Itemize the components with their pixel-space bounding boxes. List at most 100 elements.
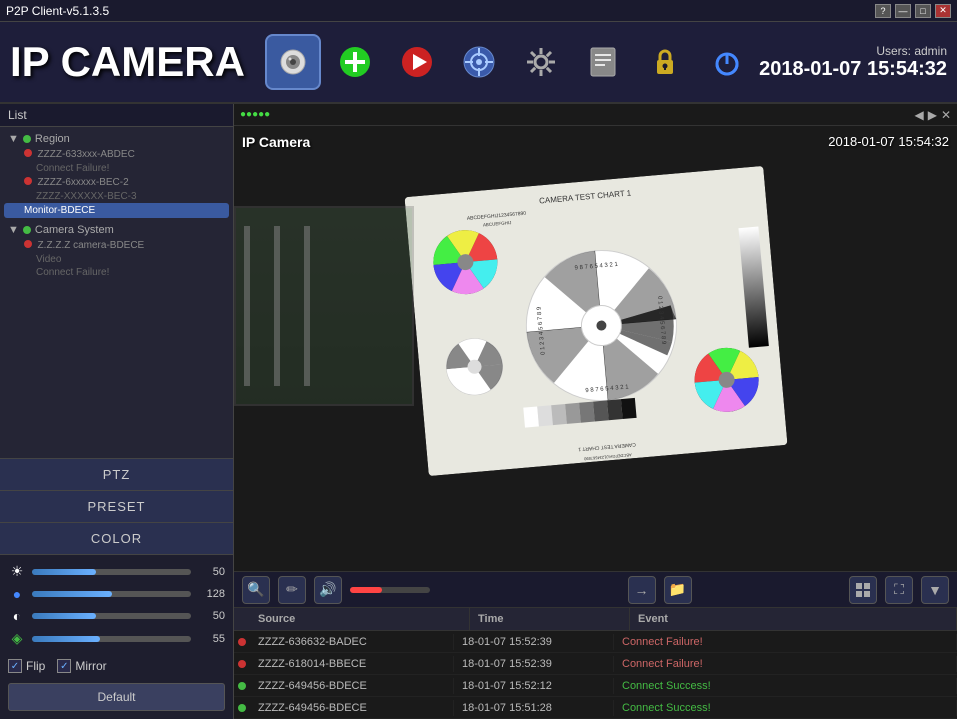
camera-label-overlay: IP Camera bbox=[242, 134, 310, 150]
maximize-btn[interactable]: □ bbox=[915, 4, 931, 18]
datetime-display: 2018-01-07 15:54:32 bbox=[759, 58, 947, 81]
device-tree: ▼ Region ZZZZ-633xxx-ABDEC Connect Failu… bbox=[0, 127, 233, 458]
zoom-button[interactable]: 🔍 bbox=[242, 576, 270, 604]
brightness-slider[interactable] bbox=[32, 569, 191, 575]
tree-item-selected[interactable]: Monitor-BDECE bbox=[4, 203, 229, 218]
item-status-dot bbox=[24, 177, 32, 185]
item-status-dot bbox=[24, 149, 32, 157]
brightness-icon: ☀ bbox=[8, 563, 26, 580]
hue-slider-row: ◈ 55 bbox=[8, 630, 225, 647]
event-description: Connect Success! bbox=[614, 678, 957, 694]
next-icon[interactable]: ▶ bbox=[928, 108, 937, 122]
draw-button[interactable]: ✏ bbox=[278, 576, 306, 604]
arrow-right-button[interactable]: → bbox=[628, 576, 656, 604]
video-top-icons: ◀ ▶ ✕ bbox=[914, 108, 951, 122]
volume-slider[interactable] bbox=[350, 587, 430, 593]
group2-label: Camera System bbox=[35, 224, 114, 236]
event-time: 18-01-07 15:52:39 bbox=[454, 634, 614, 650]
grid-button[interactable] bbox=[849, 576, 877, 604]
event-description: Connect Failure! bbox=[614, 634, 957, 650]
toolbar-play-btn[interactable] bbox=[389, 34, 445, 90]
users-label: Users: admin bbox=[759, 44, 947, 58]
saturation-value: 50 bbox=[197, 610, 225, 622]
toolbar-add-btn[interactable] bbox=[327, 34, 383, 90]
mirror-checkbox[interactable] bbox=[57, 659, 71, 673]
video-topbar: ●●●●● ◀ ▶ ✕ bbox=[234, 104, 957, 126]
event-indicator bbox=[234, 704, 250, 712]
flip-label: Flip bbox=[26, 659, 45, 673]
tree-item[interactable]: ZZZZ-633xxx-ABDEC bbox=[4, 147, 229, 162]
toolbar-files-btn[interactable] bbox=[575, 34, 631, 90]
video-frame: CAMERA TEST CHART 1 ABCDEFGHIJ1234567890… bbox=[234, 126, 957, 571]
event-indicator bbox=[234, 660, 250, 668]
toolbar-power-btn[interactable] bbox=[699, 34, 755, 90]
prev-icon[interactable]: ◀ bbox=[914, 108, 923, 122]
event-source: ZZZZ-649456-BDECE bbox=[250, 678, 454, 694]
event-source: ZZZZ-649456-BDECE bbox=[250, 700, 454, 716]
hue-fill bbox=[32, 636, 100, 642]
color-button[interactable]: COLOR bbox=[0, 523, 233, 555]
hue-icon: ◈ bbox=[8, 630, 26, 647]
expand-button[interactable]: ⛶ bbox=[885, 576, 913, 604]
event-description: Connect Failure! bbox=[614, 656, 957, 672]
window-controls: ? — □ ✕ bbox=[875, 4, 951, 18]
toolbar-ptz-btn[interactable] bbox=[451, 34, 507, 90]
saturation-icon: ◐ bbox=[8, 608, 26, 624]
event-time: 18-01-07 15:52:12 bbox=[454, 678, 614, 694]
sidebar-controls: PTZ PRESET COLOR ☀ 50 ● bbox=[0, 458, 233, 719]
event-status-dot bbox=[238, 682, 246, 690]
event-log: Source Time Event ZZZZ-636632-BADEC 18-0… bbox=[234, 607, 957, 719]
ptz-button[interactable]: PTZ bbox=[0, 459, 233, 491]
preset-button[interactable]: PRESET bbox=[0, 491, 233, 523]
volume-button[interactable]: 🔊 bbox=[314, 576, 342, 604]
tree-group-header-2[interactable]: ▼ Camera System bbox=[4, 222, 229, 238]
group2-status-dot bbox=[23, 226, 31, 234]
event-indicator bbox=[234, 682, 250, 690]
app-name: P2P Client-v5.1.3.5 bbox=[6, 4, 109, 18]
tree-group-header-1[interactable]: ▼ Region bbox=[4, 131, 229, 147]
contrast-slider[interactable] bbox=[32, 591, 191, 597]
content-area: ●●●●● ◀ ▶ ✕ CAMERA TEST CHART 1 ABCDEFGH… bbox=[234, 104, 957, 719]
contrast-icon: ● bbox=[8, 586, 26, 602]
video-close-icon[interactable]: ✕ bbox=[941, 108, 951, 122]
hue-value: 55 bbox=[197, 633, 225, 645]
brightness-slider-row: ☀ 50 bbox=[8, 563, 225, 580]
group1-label: Region bbox=[35, 133, 70, 145]
saturation-fill bbox=[32, 613, 96, 619]
sidebar-list-header: List bbox=[0, 104, 233, 127]
flip-checkbox-label[interactable]: Flip bbox=[8, 659, 45, 673]
event-log-row: ZZZZ-649456-BDECE 18-01-07 15:52:12 Conn… bbox=[234, 675, 957, 697]
close-btn[interactable]: ✕ bbox=[935, 4, 951, 18]
folder-button[interactable]: 📁 bbox=[664, 576, 692, 604]
event-log-header: Source Time Event bbox=[234, 608, 957, 631]
event-status-dot bbox=[238, 638, 246, 646]
brightness-value: 50 bbox=[197, 566, 225, 578]
video-controls: 🔍 ✏ 🔊 → 📁 ⛶ ▼ bbox=[234, 571, 957, 607]
toolbar-lock-btn[interactable] bbox=[637, 34, 693, 90]
toolbar-settings-btn[interactable] bbox=[513, 34, 569, 90]
tree-item[interactable]: ZZZZ-6xxxxx-BEC-2 bbox=[4, 175, 229, 190]
tree-sub-item: Connect Failure! bbox=[4, 162, 229, 175]
tree-item[interactable]: Z.Z.Z.Z camera-BDECE bbox=[4, 238, 229, 253]
toolbar-camera-btn[interactable] bbox=[265, 34, 321, 90]
group1-status-dot bbox=[23, 135, 31, 143]
minimize-btn[interactable]: — bbox=[895, 4, 911, 18]
tree-sub-item: Video bbox=[4, 253, 229, 266]
hue-slider[interactable] bbox=[32, 636, 191, 642]
event-time: 18-01-07 15:51:28 bbox=[454, 700, 614, 716]
event-indicator bbox=[234, 638, 250, 646]
volume-slider-container bbox=[350, 587, 470, 593]
saturation-slider[interactable] bbox=[32, 613, 191, 619]
volume-fill bbox=[350, 587, 382, 593]
event-log-row: ZZZZ-618014-BBECE 18-01-07 15:52:39 Conn… bbox=[234, 653, 957, 675]
item-status-dot bbox=[24, 240, 32, 248]
default-button[interactable]: Default bbox=[8, 683, 225, 711]
question-btn[interactable]: ? bbox=[875, 4, 891, 18]
flip-checkbox[interactable] bbox=[8, 659, 22, 673]
event-time: 18-01-07 15:52:39 bbox=[454, 656, 614, 672]
tree-group-1: ▼ Region ZZZZ-633xxx-ABDEC Connect Failu… bbox=[4, 131, 229, 218]
datetime-overlay: 2018-01-07 15:54:32 bbox=[828, 134, 949, 149]
brightness-fill bbox=[32, 569, 96, 575]
more-button[interactable]: ▼ bbox=[921, 576, 949, 604]
mirror-checkbox-label[interactable]: Mirror bbox=[57, 659, 106, 673]
